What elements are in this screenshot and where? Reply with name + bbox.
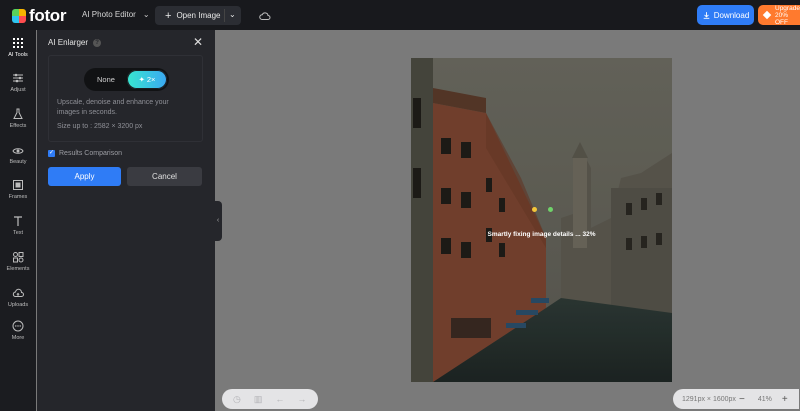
left-toolbar: AI Tools Adjust Effects Beauty Frames Te… bbox=[0, 30, 36, 411]
download-button[interactable]: Download bbox=[697, 5, 754, 25]
history-toolbar: ◷ ▥ ← → bbox=[222, 389, 318, 409]
history-icon[interactable]: ◷ bbox=[233, 394, 241, 405]
loading-dot bbox=[548, 207, 553, 212]
checkbox-label: Results Comparison bbox=[59, 150, 123, 157]
cloud-upload-icon bbox=[12, 288, 24, 297]
collapse-panel-handle[interactable]: ‹ bbox=[214, 201, 222, 241]
brand-name: fotor bbox=[29, 6, 67, 25]
sidebar-item-label: More bbox=[11, 335, 25, 341]
flask-icon bbox=[13, 108, 23, 119]
size-limit-text: Size up to : 2582 × 3200 px bbox=[57, 123, 143, 130]
help-icon[interactable]: ? bbox=[93, 38, 102, 47]
toggle-2x-label: 2× bbox=[146, 75, 156, 84]
loading-dot bbox=[532, 207, 537, 212]
zoom-level: 41% bbox=[757, 395, 772, 403]
more-icon bbox=[12, 320, 24, 332]
enlarge-options-card: None ✦ 2× Upscale, denoise and enhance y… bbox=[48, 55, 203, 142]
sidebar-item-ai-tools[interactable]: AI Tools bbox=[0, 37, 36, 58]
product-label: AI Photo Editor bbox=[82, 10, 136, 19]
sliders-icon bbox=[13, 73, 23, 83]
panel-title: AI Enlarger ? bbox=[48, 38, 102, 47]
zoom-toolbar: 1291px × 1600px − 41% + bbox=[673, 389, 799, 409]
divider bbox=[224, 9, 225, 22]
sidebar-item-label: Text bbox=[12, 230, 24, 236]
venice-canal-image bbox=[411, 58, 672, 382]
cancel-button[interactable]: Cancel bbox=[127, 167, 202, 186]
checkbox-checked-icon[interactable]: ✓ bbox=[48, 150, 55, 157]
sidebar-item-elements[interactable]: Elements bbox=[0, 251, 36, 272]
zoom-out-icon[interactable]: − bbox=[739, 394, 745, 405]
apply-button[interactable]: Apply bbox=[48, 167, 121, 186]
chevron-left-icon: ‹ bbox=[216, 217, 220, 224]
sidebar-item-uploads[interactable]: Uploads bbox=[0, 287, 36, 308]
zoom-in-icon[interactable]: + bbox=[782, 394, 788, 405]
shapes-icon bbox=[13, 252, 24, 263]
frame-icon bbox=[13, 180, 23, 190]
upgrade-button[interactable]: Upgrade 20% OFF bbox=[758, 4, 800, 26]
sidebar-item-label: AI Tools bbox=[8, 52, 28, 58]
top-bar: fotor AI Photo Editor ⌄ + Open Image ⌄ D… bbox=[0, 0, 800, 30]
chevron-down-icon[interactable]: ⌄ bbox=[229, 10, 236, 19]
logo-mark-icon bbox=[12, 9, 26, 23]
download-label: Download bbox=[713, 10, 750, 20]
plus-icon: + bbox=[165, 9, 172, 22]
results-comparison-checkbox[interactable]: ✓ Results Comparison bbox=[48, 150, 122, 157]
text-icon bbox=[14, 216, 22, 226]
sidebar-item-effects[interactable]: Effects bbox=[0, 108, 36, 129]
open-image-button[interactable]: + Open Image ⌄ bbox=[155, 6, 241, 25]
fotor-logo[interactable]: fotor bbox=[12, 6, 67, 26]
sidebar-item-beauty[interactable]: Beauty bbox=[0, 144, 36, 165]
sidebar-item-adjust[interactable]: Adjust bbox=[0, 72, 36, 93]
sidebar-item-label: Uploads bbox=[7, 302, 29, 308]
open-image-label: Open Image bbox=[176, 11, 221, 20]
sidebar-item-more[interactable]: More bbox=[0, 320, 36, 341]
undo-icon[interactable]: ← bbox=[275, 394, 284, 404]
progress-text: Smartly fixing image details ... 32% bbox=[487, 231, 596, 238]
sidebar-item-frames[interactable]: Frames bbox=[0, 179, 36, 200]
close-icon[interactable]: ✕ bbox=[193, 35, 203, 49]
image-dimensions: 1291px × 1600px bbox=[682, 395, 736, 403]
toggle-option-2x[interactable]: ✦ 2× bbox=[127, 70, 167, 89]
panel-description: Upscale, denoise and enhance your images… bbox=[57, 99, 169, 116]
photo-preview[interactable]: Smartly fixing image details ... 32% bbox=[411, 58, 672, 382]
sidebar-item-label: Effects bbox=[9, 123, 27, 129]
compare-icon[interactable]: ▥ bbox=[254, 394, 263, 405]
chevron-down-icon: ⌄ bbox=[142, 10, 150, 19]
sidebar-item-label: Elements bbox=[6, 266, 30, 272]
scale-toggle[interactable]: None ✦ 2× bbox=[84, 68, 169, 91]
eye-icon bbox=[12, 148, 24, 154]
upgrade-text: Upgrade 20% OFF bbox=[775, 4, 800, 26]
sidebar-item-label: Adjust bbox=[10, 87, 26, 93]
cloud-icon[interactable] bbox=[259, 8, 271, 26]
sidebar-item-label: Beauty bbox=[9, 159, 27, 165]
toggle-option-none[interactable]: None bbox=[97, 75, 115, 84]
product-menu[interactable]: AI Photo Editor ⌄ bbox=[82, 10, 150, 19]
ai-enlarger-panel: AI Enlarger ? ✕ None ✦ 2× Upscale, denoi… bbox=[37, 30, 215, 411]
sidebar-item-label: Frames bbox=[8, 194, 28, 200]
grid-icon bbox=[13, 38, 23, 48]
sparkle-icon: ✦ bbox=[138, 75, 145, 84]
diamond-icon bbox=[762, 10, 772, 20]
redo-icon[interactable]: → bbox=[297, 394, 306, 404]
download-icon bbox=[703, 11, 710, 19]
panel-title-text: AI Enlarger bbox=[48, 38, 89, 47]
sidebar-item-text[interactable]: Text bbox=[0, 215, 36, 236]
